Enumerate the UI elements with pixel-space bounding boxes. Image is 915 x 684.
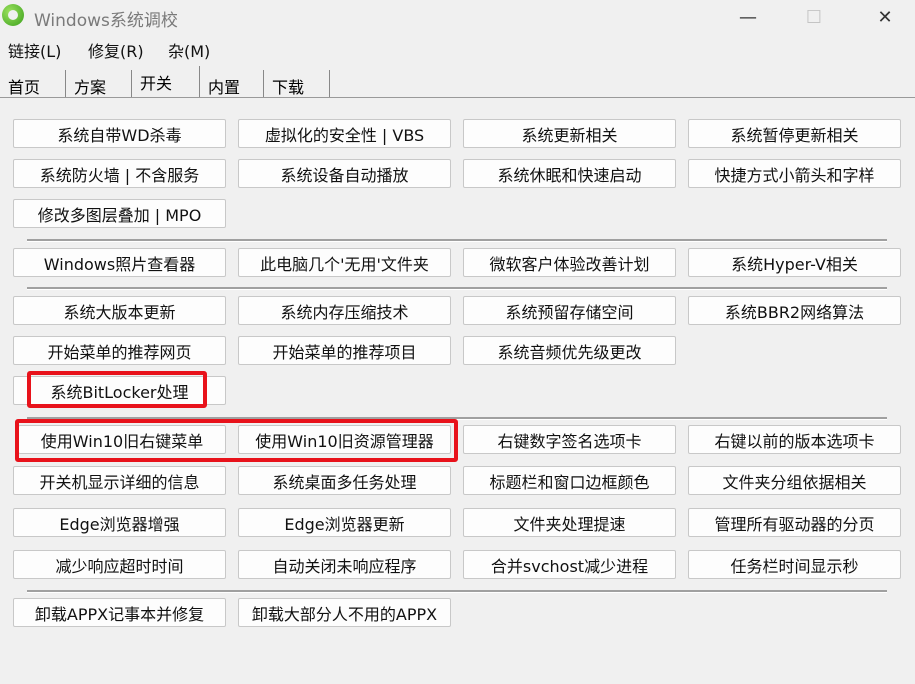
tab-plan[interactable]: 方案 xyxy=(66,70,132,97)
edge-enhance-button[interactable]: Edge浏览器增强 xyxy=(13,508,226,537)
this-pc-folders-button[interactable]: 此电脑几个'无用'文件夹 xyxy=(238,248,451,277)
mpo-button[interactable]: 修改多图层叠加 | MPO xyxy=(13,199,226,228)
menu-misc[interactable]: 杂(M) xyxy=(168,38,210,62)
previous-versions-tab-button[interactable]: 右键以前的版本选项卡 xyxy=(688,425,901,454)
tab-switch[interactable]: 开关 xyxy=(132,66,200,98)
tab-divider xyxy=(0,97,915,98)
autoplay-button[interactable]: 系统设备自动播放 xyxy=(238,159,451,188)
minimize-button[interactable]: — xyxy=(725,0,771,34)
shortcut-arrow-button[interactable]: 快捷方式小箭头和字样 xyxy=(688,159,901,188)
photo-viewer-button[interactable]: Windows照片查看器 xyxy=(13,248,226,277)
win10-highlight-box xyxy=(15,419,458,462)
uninstall-notepad-appx-button[interactable]: 卸载APPX记事本并修复 xyxy=(13,598,226,627)
hibernate-fast-startup-button[interactable]: 系统休眠和快速启动 xyxy=(463,159,676,188)
title-bar: Windows系统调校 — ☐ ✕ xyxy=(0,0,915,34)
separator xyxy=(27,239,887,242)
app-logo-icon xyxy=(2,4,24,26)
multitasking-button[interactable]: 系统桌面多任务处理 xyxy=(238,466,451,495)
wd-antivirus-button[interactable]: 系统自带WD杀毒 xyxy=(13,119,226,148)
bbr2-button[interactable]: 系统BBR2网络算法 xyxy=(688,296,901,325)
menu-bar: 链接(L) 修复(R) 杂(M) xyxy=(0,36,915,62)
start-recommended-items-button[interactable]: 开始菜单的推荐项目 xyxy=(238,336,451,365)
tab-builtin[interactable]: 内置 xyxy=(200,70,264,97)
menu-repair[interactable]: 修复(R) xyxy=(88,38,144,62)
titlebar-color-button[interactable]: 标题栏和窗口边框颜色 xyxy=(463,466,676,495)
bitlocker-highlight-box xyxy=(27,371,207,408)
firewall-button[interactable]: 系统防火墙 | 不含服务 xyxy=(13,159,226,188)
audio-priority-button[interactable]: 系统音频优先级更改 xyxy=(463,336,676,365)
drive-pagefile-button[interactable]: 管理所有驱动器的分页 xyxy=(688,508,901,537)
uninstall-appx-button[interactable]: 卸载大部分人不用的APPX xyxy=(238,598,451,627)
system-update-button[interactable]: 系统更新相关 xyxy=(463,119,676,148)
maximize-button[interactable]: ☐ xyxy=(791,0,837,34)
major-update-button[interactable]: 系统大版本更新 xyxy=(13,296,226,325)
separator xyxy=(27,590,887,593)
response-timeout-button[interactable]: 减少响应超时时间 xyxy=(13,550,226,579)
hyper-v-button[interactable]: 系统Hyper-V相关 xyxy=(688,248,901,277)
folder-speedup-button[interactable]: 文件夹处理提速 xyxy=(463,508,676,537)
tab-download[interactable]: 下载 xyxy=(264,70,330,97)
window-title: Windows系统调校 xyxy=(34,11,178,31)
svchost-merge-button[interactable]: 合并svchost减少进程 xyxy=(463,550,676,579)
pause-update-button[interactable]: 系统暂停更新相关 xyxy=(688,119,901,148)
start-recommended-web-button[interactable]: 开始菜单的推荐网页 xyxy=(13,336,226,365)
tab-strip: 首页 方案 开关 内置 下载 xyxy=(0,66,915,98)
vbs-button[interactable]: 虚拟化的安全性 | VBS xyxy=(238,119,451,148)
close-button[interactable]: ✕ xyxy=(862,0,908,34)
reserved-storage-button[interactable]: 系统预留存储空间 xyxy=(463,296,676,325)
taskbar-seconds-button[interactable]: 任务栏时间显示秒 xyxy=(688,550,901,579)
digital-signature-tab-button[interactable]: 右键数字签名选项卡 xyxy=(463,425,676,454)
auto-end-tasks-button[interactable]: 自动关闭未响应程序 xyxy=(238,550,451,579)
memory-compression-button[interactable]: 系统内存压缩技术 xyxy=(238,296,451,325)
edge-update-button[interactable]: Edge浏览器更新 xyxy=(238,508,451,537)
tab-home[interactable]: 首页 xyxy=(0,70,66,97)
folder-grouping-button[interactable]: 文件夹分组依据相关 xyxy=(688,466,901,495)
verbose-status-button[interactable]: 开关机显示详细的信息 xyxy=(13,466,226,495)
menu-links[interactable]: 链接(L) xyxy=(8,38,61,62)
separator xyxy=(27,287,887,290)
ceip-button[interactable]: 微软客户体验改善计划 xyxy=(463,248,676,277)
